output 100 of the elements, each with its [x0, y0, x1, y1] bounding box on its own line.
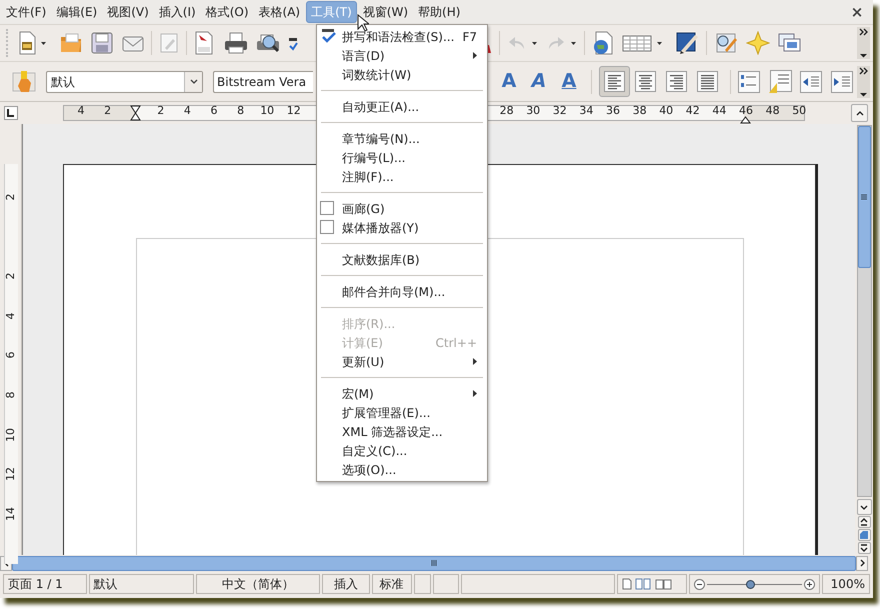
- page-style: 默认: [88, 574, 194, 594]
- ruler-number: 36: [605, 105, 621, 116]
- printer-icon[interactable]: [224, 32, 248, 54]
- menu-item[interactable]: 格式(O): [202, 1, 253, 23]
- document-icon[interactable]: [17, 31, 37, 55]
- font-value: Bitstream Vera: [216, 74, 308, 90]
- zoom-slider-thumb[interactable]: [746, 580, 755, 588]
- menu-item[interactable]: 自定义(C)...: [317, 441, 487, 460]
- chevron-icon[interactable]: [859, 66, 868, 74]
- ruler-number: 50: [791, 105, 808, 116]
- menu-item[interactable]: 语言(D): [317, 46, 487, 65]
- menu-item[interactable]: 扩展管理器(E)...: [317, 403, 487, 422]
- align-left-icon: [604, 71, 625, 92]
- submenu-arrow-icon: [473, 358, 477, 365]
- language: 中文（简体）: [196, 574, 320, 594]
- ruler-number: 32: [552, 105, 568, 116]
- menu-item[interactable]: 词数统计(W): [317, 65, 487, 84]
- print-preview-icon[interactable]: [256, 32, 280, 54]
- menu-item[interactable]: 表格(A): [254, 1, 304, 23]
- chevron-down-icon: [860, 504, 868, 510]
- two-page-view-icon[interactable]: [634, 578, 652, 590]
- format-italic-button[interactable]: A: [524, 67, 554, 96]
- star-icon[interactable]: [746, 31, 770, 55]
- folder-icon[interactable]: [59, 32, 83, 54]
- scroll-down-button[interactable]: [856, 499, 872, 515]
- pdf-icon[interactable]: [194, 31, 214, 55]
- checkbox[interactable]: [320, 220, 334, 234]
- double-chevron-down-icon: [860, 544, 868, 552]
- menu-item[interactable]: XML 筛选器设定...: [317, 422, 487, 441]
- grip-icon: [431, 560, 437, 566]
- menu-item[interactable]: 章节编号(N)...: [317, 129, 487, 148]
- ruler-number: 2: [3, 192, 18, 202]
- caret-icon[interactable]: [860, 92, 867, 96]
- pen-icon[interactable]: [675, 31, 699, 55]
- status-cell: [432, 574, 460, 594]
- book-view-icon[interactable]: [654, 578, 672, 590]
- ruler-number: 2: [156, 105, 166, 116]
- decrease-indent-icon[interactable]: [800, 70, 822, 92]
- ruler-number: 34: [578, 105, 594, 116]
- menu-item[interactable]: 编辑(E): [52, 1, 102, 23]
- indent-marker-icon[interactable]: [130, 105, 141, 121]
- menu-item[interactable]: 媒体播放器(Y): [317, 218, 487, 237]
- zoom-out-icon[interactable]: [694, 578, 705, 590]
- format-underline-button[interactable]: A: [554, 67, 584, 96]
- table-icon[interactable]: [622, 33, 652, 53]
- bullets-icon[interactable]: [768, 70, 792, 94]
- ruler-number: 2: [103, 105, 112, 116]
- menu-item[interactable]: 视窗(W): [358, 1, 412, 23]
- ruler-number: 4: [3, 311, 18, 322]
- page-icon: [860, 531, 868, 539]
- caret-icon[interactable]: [190, 78, 198, 84]
- chevron-right-icon: [860, 559, 864, 567]
- checkbox[interactable]: [320, 201, 334, 215]
- menu-item[interactable]: 拼写和语法检查(S)... F7: [317, 27, 487, 46]
- ruler-number: 6: [3, 350, 18, 361]
- ruler-number: 46: [738, 105, 754, 116]
- format-bold-button[interactable]: A: [494, 67, 524, 96]
- scroll-up-button[interactable]: [851, 104, 868, 122]
- align-left-button[interactable]: [599, 66, 630, 97]
- zoom-slider[interactable]: [706, 578, 802, 590]
- globe-icon[interactable]: [592, 31, 614, 55]
- font-combobox[interactable]: Bitstream Vera: [213, 70, 313, 92]
- gallery-icon[interactable]: [778, 32, 802, 54]
- caret-icon[interactable]: [860, 53, 867, 58]
- menu-item[interactable]: 注脚(F)...: [317, 167, 487, 186]
- style-combobox[interactable]: 默认: [46, 70, 203, 92]
- menu-item[interactable]: 宏(M): [317, 384, 487, 403]
- menu-item[interactable]: 帮助(H): [414, 1, 464, 23]
- menu-item[interactable]: 画廊(G): [317, 199, 487, 218]
- scrollbar-thumb[interactable]: [12, 556, 856, 570]
- ruler-number: 8: [3, 390, 18, 400]
- menu-item[interactable]: 插入(I): [154, 1, 200, 23]
- menu-item[interactable]: 邮件合并向导(M)...: [317, 282, 487, 301]
- single-page-view-icon[interactable]: [622, 578, 632, 590]
- scrollbar-thumb[interactable]: [858, 126, 870, 268]
- menu-item[interactable]: 自动更正(A)...: [317, 97, 487, 116]
- numbering-icon[interactable]: [738, 70, 760, 92]
- tab-stop-icon[interactable]: [4, 106, 18, 120]
- increase-indent-icon[interactable]: [831, 70, 853, 92]
- ruler-number: 48: [764, 105, 781, 116]
- submenu-arrow-icon: [473, 52, 477, 59]
- menu-item[interactable]: 更新(U): [317, 352, 487, 371]
- selection-mode: 标准: [372, 574, 412, 594]
- next-page-button[interactable]: [858, 542, 870, 554]
- menu-item[interactable]: 文件(F): [2, 1, 50, 23]
- zoom-in-icon[interactable]: [804, 578, 816, 590]
- close-button[interactable]: ×: [847, 0, 867, 24]
- align-right-icon: [666, 71, 687, 92]
- menu-item[interactable]: 选项(O)...: [317, 460, 487, 479]
- zoom-level: 100%: [822, 574, 870, 594]
- ruler-number: 10: [259, 105, 276, 116]
- chevron-icon[interactable]: [859, 28, 868, 36]
- menu-item[interactable]: 文献数据库(B): [317, 250, 487, 269]
- menu-item[interactable]: 行编号(L)...: [317, 148, 487, 167]
- scroll-right-button[interactable]: [856, 556, 868, 570]
- find-edit-icon[interactable]: [714, 32, 738, 54]
- status-cell: [414, 574, 431, 594]
- menu-item[interactable]: 视图(V): [103, 1, 153, 23]
- ruler-number: 44: [711, 105, 728, 116]
- previous-page-button[interactable]: [858, 516, 870, 528]
